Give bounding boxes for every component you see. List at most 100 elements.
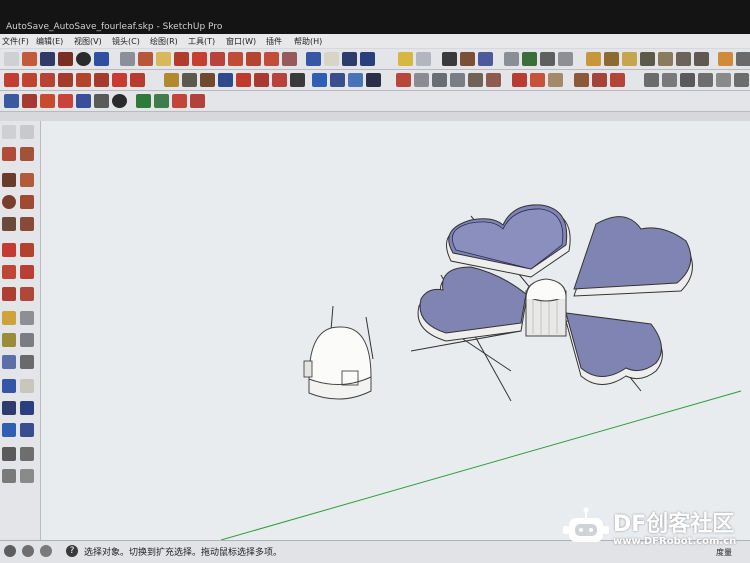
tool-icon[interactable] (94, 94, 109, 108)
extrude-icon[interactable] (172, 94, 187, 108)
wireframe-icon[interactable] (450, 73, 465, 87)
gem-icon[interactable] (136, 94, 151, 108)
scale-y-icon[interactable] (130, 73, 145, 87)
right-view-icon[interactable] (610, 73, 625, 87)
box-icon[interactable] (586, 52, 601, 66)
back-view-icon[interactable] (644, 73, 659, 87)
intersect-icon[interactable] (200, 73, 215, 87)
move-tool-icon[interactable] (2, 243, 16, 257)
circle-icon[interactable] (76, 52, 91, 66)
align-icon[interactable] (76, 73, 91, 87)
walk-icon[interactable] (330, 73, 345, 87)
flip-icon[interactable] (94, 73, 109, 87)
protractor-tool-icon[interactable] (2, 333, 16, 347)
zoom-extents-icon[interactable] (360, 52, 375, 66)
freehand-tool-icon[interactable] (20, 217, 34, 231)
paint-icon[interactable] (138, 52, 153, 66)
drape-icon[interactable] (272, 73, 287, 87)
scale-tool-icon[interactable] (2, 287, 16, 301)
monochrome-icon[interactable] (530, 73, 545, 87)
materials-icon[interactable] (460, 52, 475, 66)
square-icon[interactable] (58, 52, 73, 66)
component-tool-icon[interactable] (20, 125, 34, 139)
bottom-view-icon[interactable] (680, 73, 695, 87)
perspective-icon[interactable] (698, 73, 713, 87)
arc-icon[interactable] (94, 52, 109, 66)
paint-tool-icon[interactable] (2, 147, 16, 161)
rotate-icon[interactable] (228, 52, 243, 66)
eye-tool-icon[interactable] (20, 447, 34, 461)
styles-icon[interactable] (478, 52, 493, 66)
orbit-small-icon[interactable] (4, 94, 19, 108)
prism-icon[interactable] (676, 52, 691, 66)
dome-object[interactable] (303, 305, 374, 400)
model-viewport[interactable] (41, 121, 750, 541)
pan-icon[interactable] (324, 52, 339, 66)
push-pull-icon[interactable] (174, 52, 189, 66)
offset-tool-icon[interactable] (20, 287, 34, 301)
torus-icon[interactable] (718, 52, 733, 66)
scenes-icon[interactable] (540, 52, 555, 66)
textured-icon[interactable] (512, 73, 527, 87)
eraser-icon[interactable] (120, 52, 135, 66)
menu-draw[interactable]: 绘图(R) (150, 36, 178, 47)
ellipse-icon[interactable] (112, 94, 127, 108)
look-around-icon[interactable] (348, 73, 363, 87)
iso-view-icon[interactable] (548, 73, 563, 87)
footprints-tool-icon[interactable] (2, 447, 16, 461)
layers-icon[interactable] (504, 52, 519, 66)
rect-tool-icon[interactable] (2, 173, 16, 187)
solid-tools-icon[interactable] (182, 73, 197, 87)
previous-view-icon[interactable] (366, 73, 381, 87)
shield-icon[interactable] (164, 73, 179, 87)
components-icon[interactable] (416, 52, 431, 66)
orbit-icon[interactable] (306, 52, 321, 66)
more-icon[interactable] (736, 52, 750, 66)
menu-file[interactable]: 文件(F) (2, 36, 29, 47)
axis-x-icon[interactable] (4, 73, 19, 87)
axis-z-icon[interactable] (40, 73, 55, 87)
move-icon[interactable] (210, 52, 225, 66)
section-display-tool-icon[interactable] (20, 469, 34, 483)
menu-help[interactable]: 帮助(H) (294, 36, 322, 47)
section-tool-icon[interactable] (2, 469, 16, 483)
cone-icon[interactable] (640, 52, 655, 66)
model-info-icon[interactable] (442, 52, 457, 66)
scale-x-icon[interactable] (112, 73, 127, 87)
warehouse-icon[interactable] (398, 52, 413, 66)
outliner-icon[interactable] (522, 52, 537, 66)
bezier-icon[interactable] (154, 94, 169, 108)
offset-small-icon[interactable] (58, 94, 73, 108)
axes-tool-icon[interactable] (2, 355, 16, 369)
stamp-icon[interactable] (254, 73, 269, 87)
parallel-icon[interactable] (716, 73, 731, 87)
user-icon[interactable] (40, 545, 52, 557)
help-icon[interactable]: ? (66, 545, 78, 557)
zoom-icon[interactable] (342, 52, 357, 66)
shadows-icon[interactable] (558, 52, 573, 66)
line-tool-icon[interactable] (20, 173, 34, 187)
hidden-line-icon[interactable] (468, 73, 483, 87)
menu-plugins[interactable]: 插件 (266, 36, 282, 47)
two-point-icon[interactable] (734, 73, 749, 87)
circle-tool-icon[interactable] (2, 195, 16, 209)
walk-tool-icon[interactable] (20, 423, 34, 437)
camera-icon[interactable] (290, 73, 305, 87)
intersect-small-icon[interactable] (190, 94, 205, 108)
top-view-icon[interactable] (574, 73, 589, 87)
cylinder-icon[interactable] (604, 52, 619, 66)
text-icon[interactable] (282, 52, 297, 66)
pencil-icon[interactable] (22, 52, 37, 66)
xray-icon[interactable] (432, 73, 447, 87)
axis-y-icon[interactable] (22, 73, 37, 87)
section-cut-icon[interactable] (414, 73, 429, 87)
left-view-icon[interactable] (662, 73, 677, 87)
scale-icon[interactable] (246, 52, 261, 66)
plane-icon[interactable] (694, 52, 709, 66)
offset-icon[interactable] (264, 52, 279, 66)
sandbox-icon[interactable] (218, 73, 233, 87)
rotate-small-icon[interactable] (40, 94, 55, 108)
position-camera-icon[interactable] (312, 73, 327, 87)
flower-object[interactable] (410, 204, 693, 402)
rotate-tool-icon[interactable] (2, 265, 16, 279)
